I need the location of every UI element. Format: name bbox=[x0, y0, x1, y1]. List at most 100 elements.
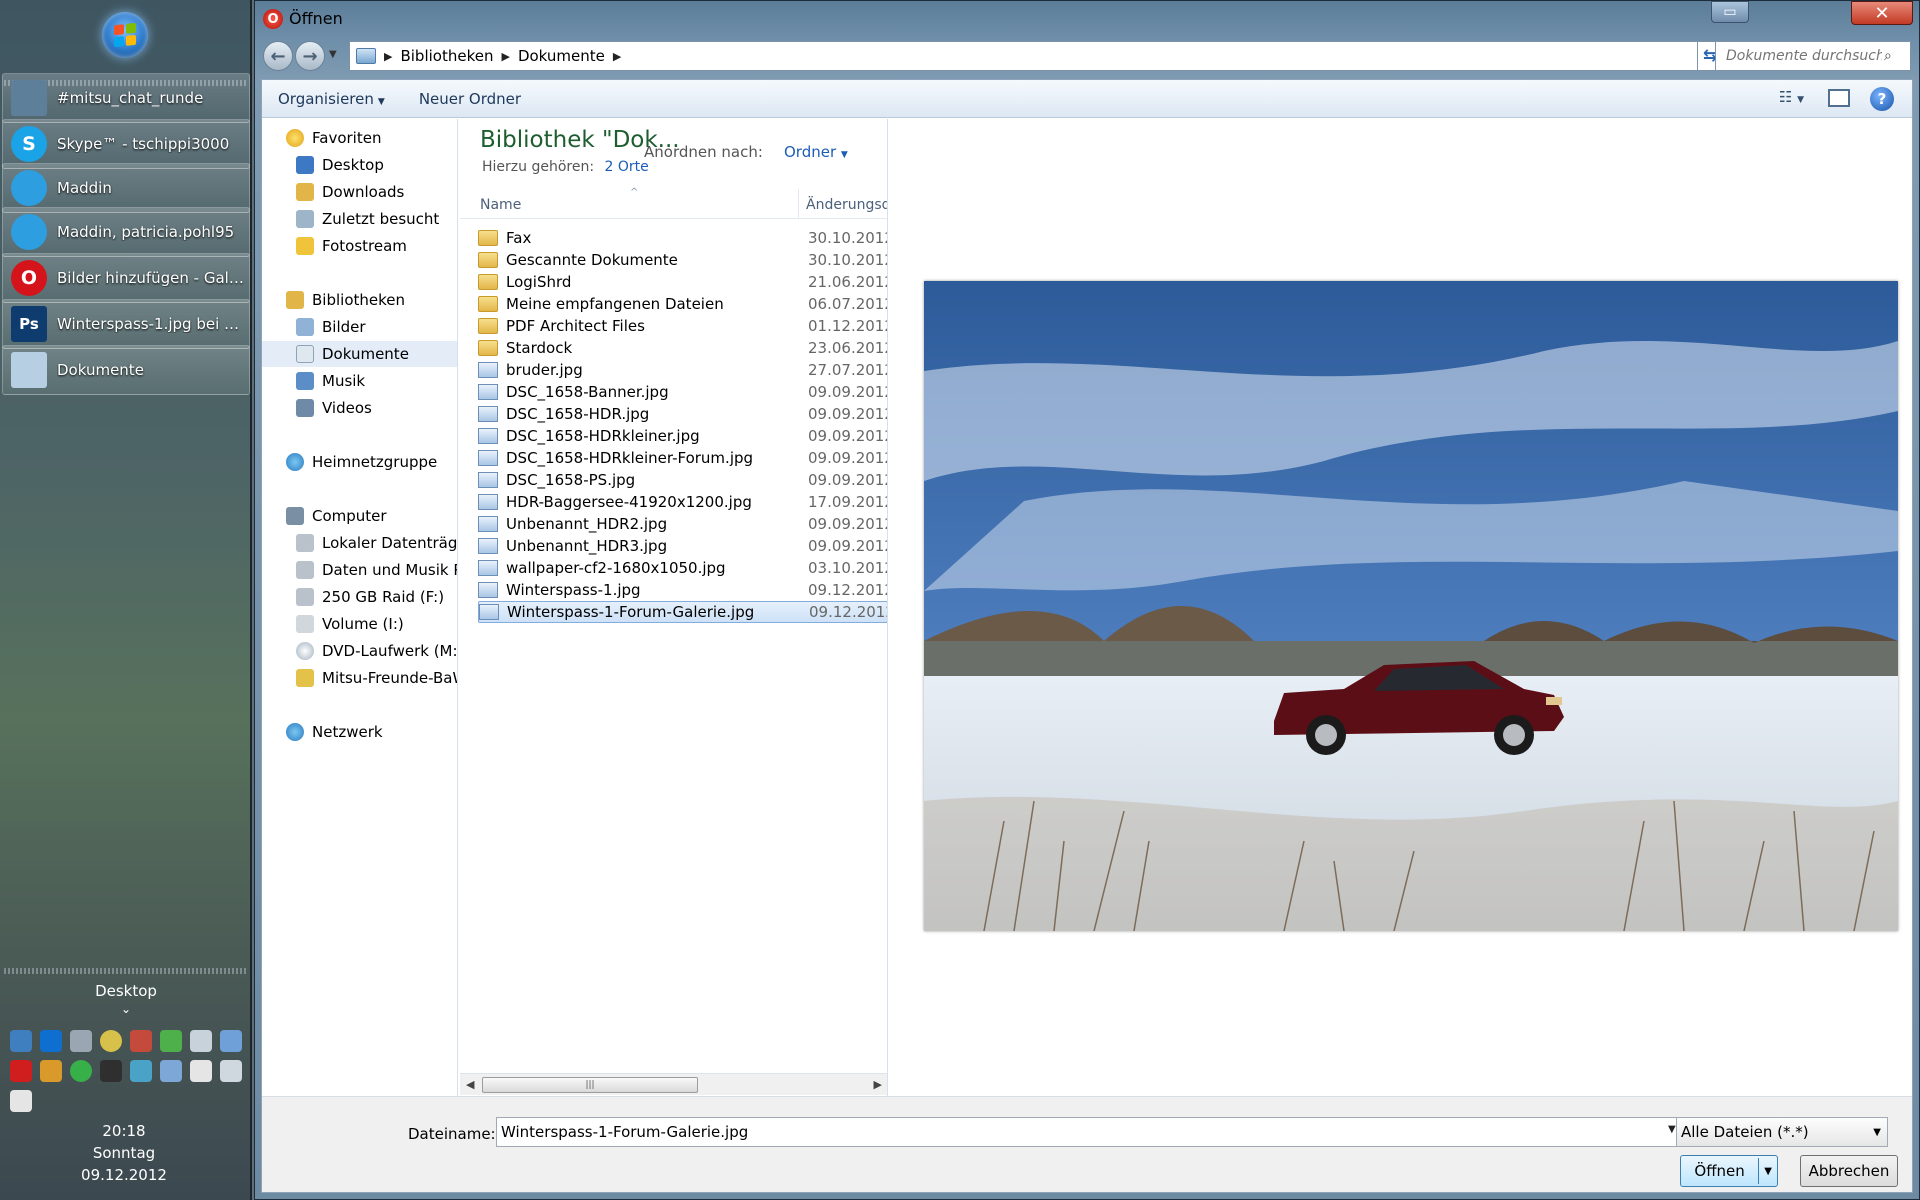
file-row[interactable]: HDR-Baggersee-41920x1200.jpg 17.09.2012 1 bbox=[478, 491, 887, 513]
folder-row[interactable]: Meine empfangenen Dateien 06.07.2012 0 bbox=[478, 293, 887, 315]
network-connection-icon[interactable] bbox=[220, 1060, 242, 1082]
taskbar-button[interactable]: #mitsu_chat_runde bbox=[2, 73, 250, 123]
tools-icon[interactable] bbox=[130, 1030, 152, 1052]
open-button[interactable]: Öffnen ▼ bbox=[1680, 1155, 1778, 1187]
nav-favorites[interactable]: Favoriten bbox=[262, 125, 457, 151]
open-options-dropdown[interactable]: ▼ bbox=[1759, 1166, 1777, 1177]
close-button[interactable]: ✕ bbox=[1851, 1, 1913, 25]
file-row[interactable]: DSC_1658-HDRkleiner-Forum.jpg 09.09.2012 … bbox=[478, 447, 887, 469]
taskbar-button[interactable]: Maddin bbox=[2, 163, 250, 213]
scrollbar-thumb[interactable]: ||| bbox=[482, 1077, 698, 1093]
file-row[interactable]: Unbenannt_HDR3.jpg 09.09.2012 2 bbox=[478, 535, 887, 557]
nav-music[interactable]: Musik bbox=[262, 368, 457, 394]
taskbar-button[interactable]: Maddin, patricia.pohl95 bbox=[2, 207, 250, 257]
acrobat-icon[interactable] bbox=[10, 1060, 32, 1082]
file-row[interactable]: bruder.jpg 27.07.2012 0 bbox=[478, 359, 887, 381]
column-name[interactable]: Name bbox=[480, 197, 521, 213]
moon-icon[interactable] bbox=[100, 1030, 122, 1052]
breadcrumb-bibliotheken[interactable]: Bibliotheken bbox=[400, 47, 493, 65]
nav-drive-local[interactable]: Lokaler Datenträger bbox=[262, 530, 457, 556]
action-center-flag-icon[interactable] bbox=[190, 1060, 212, 1082]
nav-drive-data[interactable]: Daten und Musik PC bbox=[262, 557, 457, 583]
folder-row[interactable]: Gescannte Dokumente 30.10.2012 1 bbox=[478, 249, 887, 271]
arrange-by-dropdown[interactable]: Ordner ▼ bbox=[784, 143, 848, 161]
chevron-right-icon[interactable]: ▶ bbox=[384, 50, 392, 63]
scroll-left-icon[interactable]: ◀ bbox=[466, 1078, 474, 1091]
cancel-button[interactable]: Abbrechen bbox=[1800, 1155, 1898, 1187]
help-icon[interactable]: ? bbox=[1870, 87, 1894, 111]
restore-button[interactable]: ▭ bbox=[1711, 1, 1749, 23]
nav-documents[interactable]: Dokumente bbox=[262, 341, 457, 367]
new-folder-button[interactable]: Neuer Ordner bbox=[419, 90, 521, 108]
file-type-filter[interactable]: Alle Dateien (*.*) ▼ bbox=[1676, 1117, 1888, 1147]
filename-input[interactable] bbox=[496, 1117, 1692, 1147]
breadcrumb-dokumente[interactable]: Dokumente bbox=[518, 47, 605, 65]
search-box[interactable]: ⌕ bbox=[1715, 41, 1911, 71]
file-row[interactable]: DSC_1658-PS.jpg 09.09.2012 2 bbox=[478, 469, 887, 491]
start-button[interactable] bbox=[102, 12, 148, 58]
taskbar-button[interactable]: O Bilder hinzufügen - Galerie... bbox=[2, 253, 250, 303]
file-row[interactable]: wallpaper-cf2-1680x1050.jpg 03.10.2012 2 bbox=[478, 557, 887, 579]
nav-drive-dvd[interactable]: DVD-Laufwerk (M:) A bbox=[262, 638, 457, 664]
folder-row[interactable]: Fax 30.10.2012 1 bbox=[478, 227, 887, 249]
security-shield-icon[interactable] bbox=[70, 1060, 92, 1082]
search-input[interactable] bbox=[1724, 47, 1884, 65]
column-divider[interactable] bbox=[798, 189, 799, 219]
organize-button[interactable]: Organisieren ▼ bbox=[278, 90, 385, 108]
nav-computer[interactable]: Computer bbox=[262, 503, 457, 529]
nav-libraries[interactable]: Bibliotheken bbox=[262, 287, 457, 313]
chevron-down-icon[interactable]: ⌄ bbox=[0, 1002, 252, 1016]
taskbar-gripper[interactable] bbox=[4, 968, 248, 974]
file-row[interactable]: Winterspass-1.jpg 09.12.2012 2 bbox=[478, 579, 887, 601]
nav-pictures[interactable]: Bilder bbox=[262, 314, 457, 340]
preview-pane-toggle[interactable] bbox=[1828, 89, 1850, 107]
nav-homegroup[interactable]: Heimnetzgruppe bbox=[262, 449, 457, 475]
clock[interactable]: 20:18 Sonntag 09.12.2012 bbox=[0, 1120, 248, 1186]
nav-downloads[interactable]: Downloads bbox=[262, 179, 457, 205]
taskbar-button[interactable]: Ps Winterspass-1.jpg bei 25% ... bbox=[2, 299, 250, 349]
flash-icon[interactable] bbox=[40, 1060, 62, 1082]
nav-desktop[interactable]: Desktop bbox=[262, 152, 457, 178]
scroll-right-icon[interactable]: ▶ bbox=[874, 1078, 882, 1091]
file-row[interactable]: Unbenannt_HDR2.jpg 09.09.2012 2 bbox=[478, 513, 887, 535]
folder-row[interactable]: LogiShrd 21.06.2012 1 bbox=[478, 271, 887, 293]
keyboard-icon[interactable] bbox=[130, 1060, 152, 1082]
title-bar[interactable]: O Öffnen ▭ ✕ bbox=[255, 1, 1919, 37]
nav-drive-raid[interactable]: 250 GB Raid (F:) bbox=[262, 584, 457, 610]
nav-videos[interactable]: Videos bbox=[262, 395, 457, 421]
chevron-right-icon[interactable]: ▶ bbox=[501, 50, 509, 63]
taskbar-button[interactable]: Dokumente bbox=[2, 345, 250, 395]
eject-icon[interactable] bbox=[190, 1030, 212, 1052]
file-row[interactable]: DSC_1658-HDR.jpg 09.09.2012 2 bbox=[478, 403, 887, 425]
recent-pages-dropdown[interactable]: ▼ bbox=[329, 49, 337, 60]
change-view-button[interactable]: ☷ ▼ bbox=[1779, 88, 1804, 106]
nav-recent[interactable]: Zuletzt besucht bbox=[262, 206, 457, 232]
nav-network[interactable]: Netzwerk bbox=[262, 719, 457, 745]
desktop-toolbar-label[interactable]: Desktop bbox=[0, 982, 252, 1000]
file-row[interactable]: Winterspass-1-Forum-Galerie.jpg 09.12.201… bbox=[478, 601, 887, 623]
usb-icon[interactable] bbox=[100, 1060, 122, 1082]
taskbar-button[interactable]: S Skype™ - tschippi3000 bbox=[2, 119, 250, 169]
folder-row[interactable]: Stardock 23.06.2012 2 bbox=[478, 337, 887, 359]
includes-locations-link[interactable]: 2 Orte bbox=[605, 159, 649, 175]
update-icon[interactable] bbox=[160, 1030, 182, 1052]
address-bar[interactable]: ▶ Bibliotheken ▶ Dokumente ▶ ▼ bbox=[349, 41, 1729, 71]
nav-photostream[interactable]: Fotostream bbox=[262, 233, 457, 259]
chevron-right-icon[interactable]: ▶ bbox=[613, 50, 621, 63]
search-icon[interactable]: ⌕ bbox=[1884, 48, 1892, 64]
nav-network-share[interactable]: Mitsu-Freunde-BaWü bbox=[262, 665, 457, 691]
file-row[interactable]: DSC_1658-Banner.jpg 09.09.2012 2 bbox=[478, 381, 887, 403]
teamviewer-icon[interactable] bbox=[40, 1030, 62, 1052]
forward-button[interactable]: → bbox=[295, 41, 325, 71]
column-date-modified[interactable]: Änderungsd bbox=[806, 197, 887, 213]
back-button[interactable]: ← bbox=[263, 41, 293, 71]
filename-history-dropdown[interactable]: ▼ bbox=[1668, 1124, 1676, 1135]
display-icon[interactable] bbox=[220, 1030, 242, 1052]
file-row[interactable]: DSC_1658-HDRkleiner.jpg 09.09.2012 2 bbox=[478, 425, 887, 447]
network-icon[interactable] bbox=[10, 1030, 32, 1052]
network-status-icon[interactable] bbox=[160, 1060, 182, 1082]
volume-icon[interactable] bbox=[10, 1090, 32, 1112]
folder-row[interactable]: PDF Architect Files 01.12.2012 0 bbox=[478, 315, 887, 337]
monitor-icon[interactable] bbox=[70, 1030, 92, 1052]
horizontal-scrollbar[interactable]: ◀ ||| ▶ bbox=[460, 1073, 887, 1095]
